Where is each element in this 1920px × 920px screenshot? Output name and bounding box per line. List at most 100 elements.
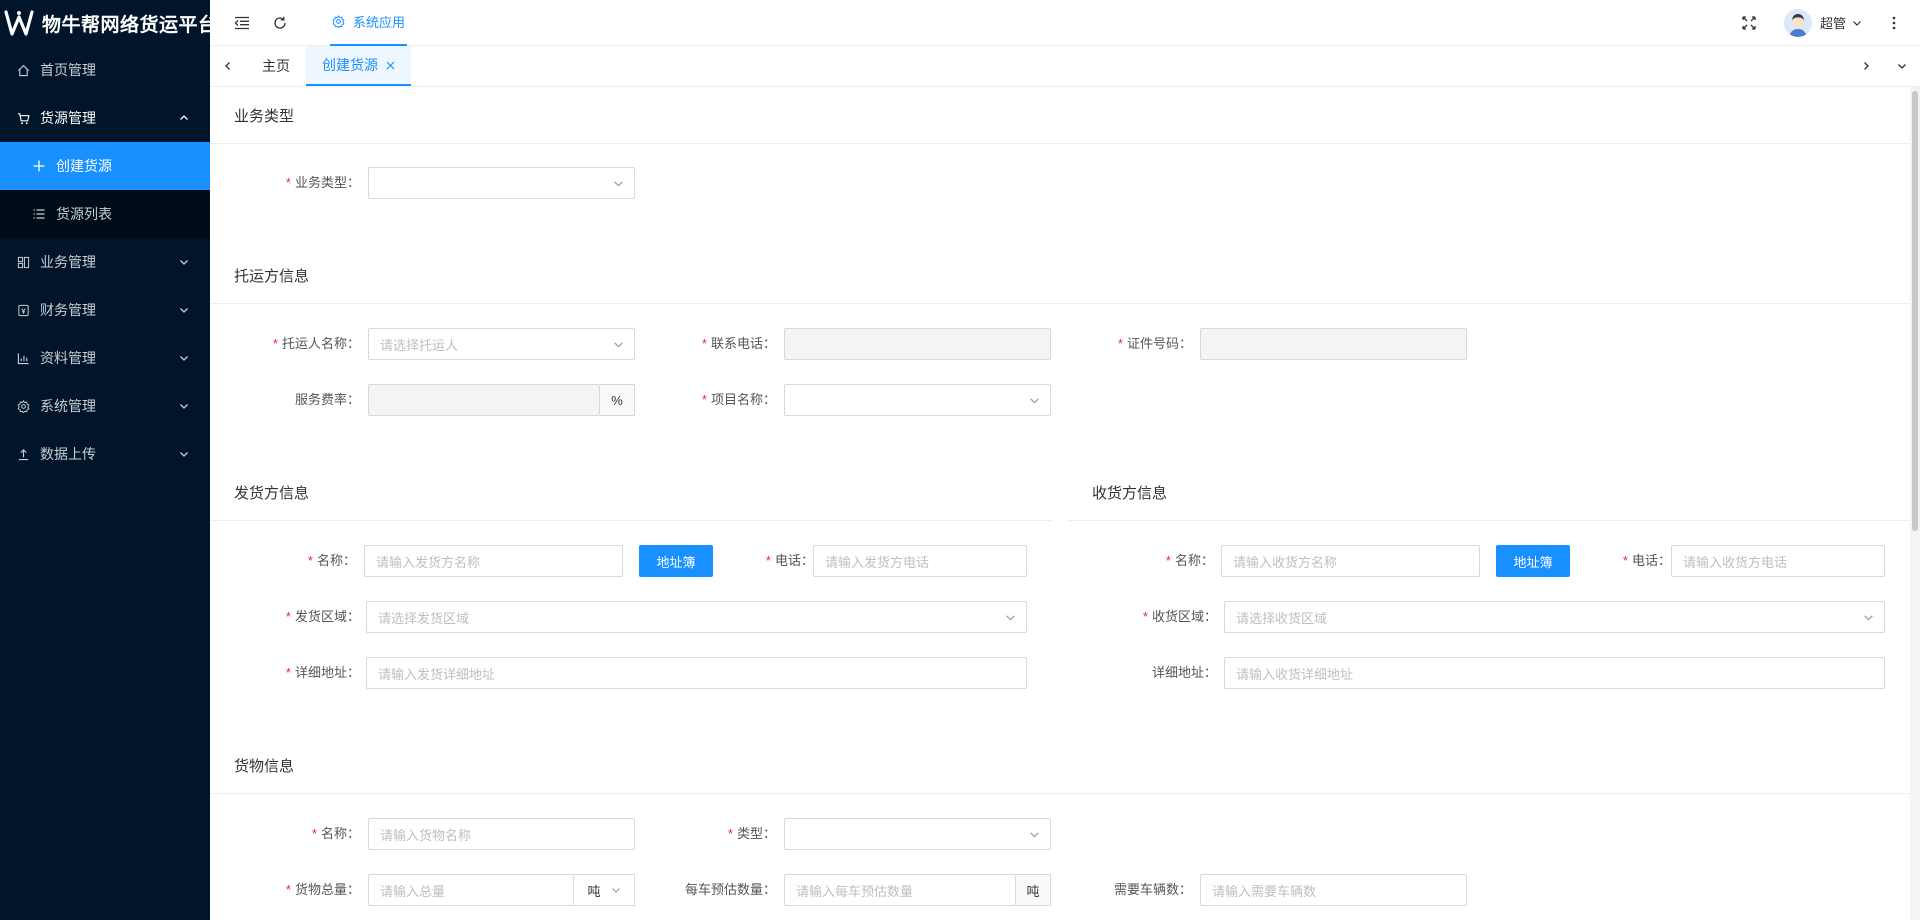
required-mark: * [1165, 553, 1171, 568]
section-title-sender: 发货方信息 [234, 485, 310, 502]
avatar[interactable] [1783, 8, 1812, 37]
sidebar-item-create-cargo[interactable]: 创建货源 [0, 142, 210, 190]
section-divider [1068, 520, 1910, 521]
placeholder: 请输入发货方名称 [376, 554, 481, 570]
label-text: 业务类型 [294, 175, 347, 190]
user-name[interactable]: 超管 [1820, 13, 1846, 32]
business-type-select[interactable] [368, 167, 635, 199]
project-name-select[interactable] [784, 384, 1051, 416]
label-text: 每车预估数量 [684, 882, 763, 897]
goods-type-label: * 类型： [727, 826, 776, 841]
account-book-icon [16, 303, 30, 317]
chevron-down-icon[interactable] [1884, 46, 1920, 86]
sender-region-select[interactable]: 请选择发货区域 [366, 601, 1027, 633]
sender-address-label: * 详细地址： [285, 665, 360, 680]
sidebar-item-label: 首页管理 [40, 62, 96, 78]
chevron-left-icon[interactable] [210, 46, 246, 86]
required-mark: * [285, 609, 291, 624]
goods-total-input[interactable]: 请输入总量 [368, 874, 574, 906]
top-nav-label: 系统应用 [353, 15, 406, 30]
required-mark: * [311, 826, 317, 841]
chevron-down-icon [178, 400, 190, 412]
sidebar-item-home[interactable]: 首页管理 [0, 46, 210, 94]
shipper-name-select[interactable]: 请选择托运人 [368, 328, 635, 360]
setting-icon [332, 15, 345, 28]
sidebar-item-business[interactable]: 业务管理 [0, 238, 210, 286]
required-mark: * [727, 826, 733, 841]
goods-total-label: * 货物总量： [285, 882, 360, 897]
required-mark: * [1117, 336, 1123, 351]
label-text: 服务费率 [294, 392, 347, 407]
label-text: 电话 [774, 553, 801, 568]
tab-home[interactable]: 主页 [246, 46, 306, 86]
label-text: 货物总量 [294, 882, 347, 897]
sidebar-item-upload[interactable]: 数据上传 [0, 430, 210, 478]
receiver-phone-input[interactable]: 请输入收货方电话 [1671, 545, 1885, 577]
bar-chart-icon [16, 351, 30, 365]
more-vertical-icon[interactable] [1892, 16, 1896, 30]
close-icon[interactable] [386, 61, 395, 70]
service-fee-label: 服务费率： [294, 392, 360, 407]
receiver-name-input[interactable]: 请输入收货方名称 [1221, 545, 1480, 577]
vertical-scrollbar[interactable] [1910, 87, 1920, 920]
section-divider [210, 793, 1910, 794]
receiver-address-book-button[interactable]: 地址簿 [1496, 545, 1570, 577]
sidebar-item-cargo-list[interactable]: 货源列表 [0, 190, 210, 238]
goods-type-select[interactable] [784, 818, 1051, 850]
reload-icon[interactable] [270, 13, 290, 33]
receiver-region-select[interactable]: 请选择收货区域 [1224, 601, 1885, 633]
menu-fold-icon[interactable] [232, 13, 252, 33]
top-nav-system-apps[interactable]: 系统应用 [330, 0, 408, 46]
placeholder: 请选择收货区域 [1236, 610, 1328, 626]
placeholder: 请输入发货方电话 [825, 554, 930, 570]
chevron-down-icon[interactable] [1852, 18, 1862, 28]
shipper-id-field [1200, 328, 1467, 360]
sidebar-item-label: 数据上传 [40, 446, 96, 462]
per-vehicle-input[interactable]: 请输入每车预估数量 [784, 874, 1016, 906]
sender-phone-input[interactable]: 请输入发货方电话 [813, 545, 1027, 577]
sender-name-label: * 名称： [307, 553, 356, 568]
receiver-address-input[interactable]: 请输入收货详细地址 [1224, 657, 1885, 689]
section-title-goods: 货物信息 [234, 758, 295, 775]
sidebar-item-cargo[interactable]: 货源管理 [0, 94, 210, 142]
service-fee-field [368, 384, 600, 416]
placeholder: 请选择托运人 [380, 337, 459, 353]
layout-icon [16, 255, 30, 269]
vehicles-needed-input[interactable]: 请输入需要车辆数 [1200, 874, 1467, 906]
sidebar-item-system[interactable]: 系统管理 [0, 382, 210, 430]
tab-create-cargo[interactable]: 创建货源 [306, 46, 411, 86]
section-title-business: 业务类型 [234, 108, 295, 125]
sidebar-item-data[interactable]: 资料管理 [0, 334, 210, 382]
placeholder: 请输入货物名称 [380, 827, 472, 843]
placeholder: 请选择发货区域 [378, 610, 470, 626]
shipper-phone-label: * 联系电话： [701, 336, 776, 351]
sender-address-book-button[interactable]: 地址簿 [639, 545, 713, 577]
chevron-right-icon[interactable] [1848, 46, 1884, 86]
tab-label: 创建货源 [322, 57, 378, 73]
section-title-receiver: 收货方信息 [1092, 485, 1168, 502]
required-mark: * [701, 392, 707, 407]
sender-address-input[interactable]: 请输入发货详细地址 [366, 657, 1027, 689]
sidebar-item-finance[interactable]: 财务管理 [0, 286, 210, 334]
total-unit-select[interactable]: 吨 [574, 874, 635, 906]
goods-name-input[interactable]: 请输入货物名称 [368, 818, 635, 850]
chevron-up-icon [178, 112, 190, 124]
vehicles-needed-label: 需要车辆数： [1113, 882, 1192, 897]
placeholder: 请输入收货方名称 [1233, 554, 1338, 570]
scrollbar-thumb[interactable] [1912, 91, 1918, 531]
chevron-down-icon [178, 352, 190, 364]
fullscreen-icon[interactable] [1742, 15, 1756, 30]
placeholder: 请输入发货详细地址 [378, 666, 496, 682]
label-text: 托运人名称 [281, 336, 347, 351]
required-mark: * [765, 553, 771, 568]
sidebar-item-label: 系统管理 [40, 398, 96, 414]
label-text: 联系电话 [710, 336, 763, 351]
sidebar-menu: 首页管理 货源管理 创建货源 货源列表 业务管理 财务管理 资料管理 系统管理 … [0, 46, 210, 478]
per-vehicle-label: 每车预估数量： [684, 882, 776, 897]
sidebar-item-label: 创建货源 [56, 158, 112, 174]
label-text: 名称 [316, 553, 343, 568]
chevron-down-icon [613, 339, 624, 350]
placeholder: 请输入需要车辆数 [1212, 883, 1317, 899]
sender-name-input[interactable]: 请输入发货方名称 [364, 545, 623, 577]
logo-mark-icon [4, 7, 34, 39]
